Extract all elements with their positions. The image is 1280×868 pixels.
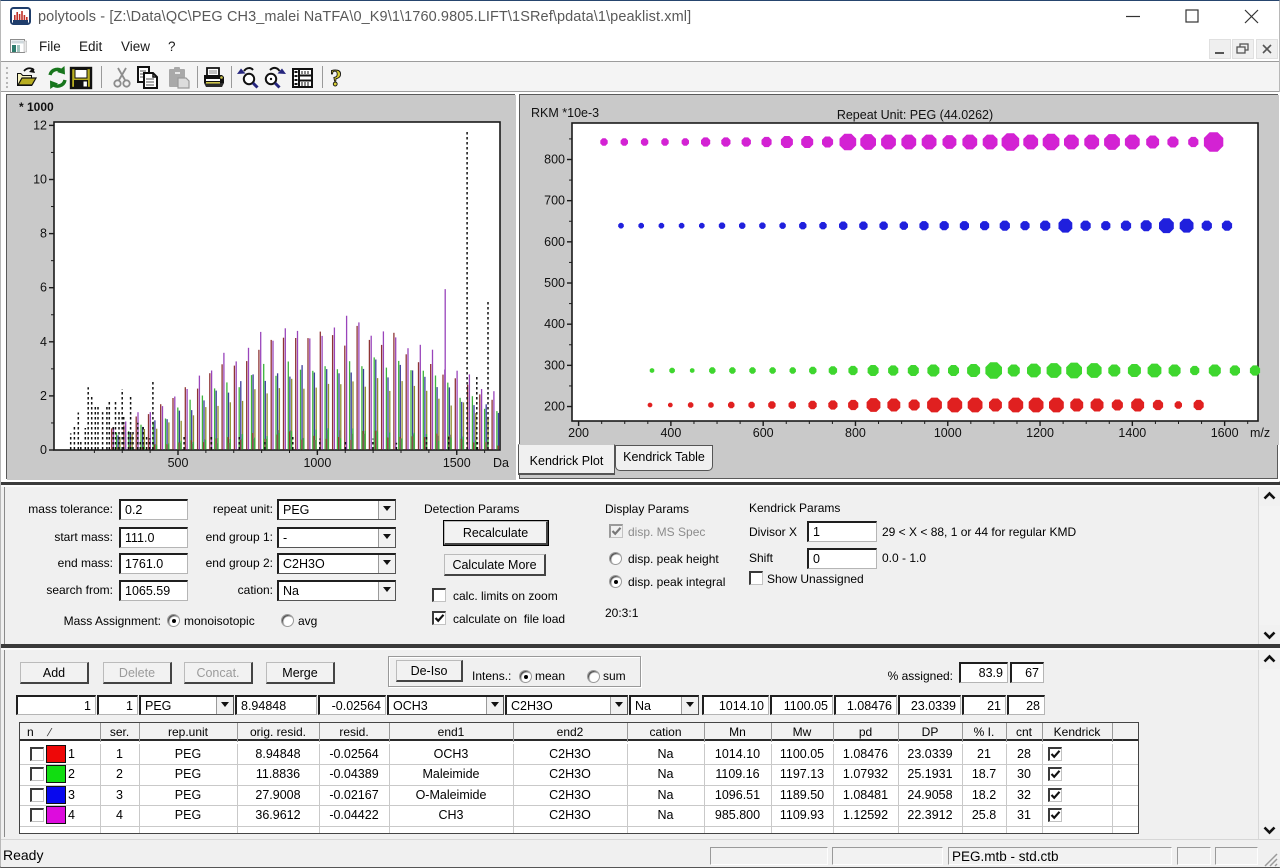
svg-text:200: 200 bbox=[568, 426, 589, 440]
svg-text:600: 600 bbox=[544, 235, 565, 249]
svg-text:200: 200 bbox=[544, 400, 565, 414]
svg-text:500: 500 bbox=[544, 276, 565, 290]
svg-text:RKM *10e-3: RKM *10e-3 bbox=[531, 106, 599, 120]
svg-text:?: ? bbox=[330, 66, 342, 91]
svg-text:700: 700 bbox=[544, 194, 565, 208]
svg-text:800: 800 bbox=[845, 426, 866, 440]
svg-text:8: 8 bbox=[40, 227, 47, 241]
svg-text:* 1000: * 1000 bbox=[19, 100, 54, 114]
svg-text:600: 600 bbox=[753, 426, 774, 440]
svg-text:4: 4 bbox=[40, 335, 47, 349]
svg-text:1500: 1500 bbox=[443, 456, 471, 470]
svg-text:1200: 1200 bbox=[1026, 426, 1054, 440]
svg-text:300: 300 bbox=[544, 358, 565, 372]
svg-text:Repeat Unit: PEG (44.0262): Repeat Unit: PEG (44.0262) bbox=[837, 108, 993, 122]
svg-text:1400: 1400 bbox=[1118, 426, 1146, 440]
svg-text:10: 10 bbox=[33, 173, 47, 187]
svg-text:400: 400 bbox=[544, 317, 565, 331]
svg-text:m/z: m/z bbox=[1250, 426, 1270, 440]
svg-text:1000: 1000 bbox=[303, 456, 331, 470]
svg-text:Da: Da bbox=[493, 456, 509, 470]
svg-text:1000: 1000 bbox=[934, 426, 962, 440]
svg-text:2: 2 bbox=[40, 389, 47, 403]
svg-text:12: 12 bbox=[33, 118, 47, 132]
svg-text:1600: 1600 bbox=[1211, 426, 1239, 440]
svg-text:400: 400 bbox=[660, 426, 681, 440]
svg-text:800: 800 bbox=[544, 153, 565, 167]
svg-text:6: 6 bbox=[40, 281, 47, 295]
svg-text:500: 500 bbox=[168, 456, 189, 470]
svg-text:0: 0 bbox=[40, 443, 47, 457]
